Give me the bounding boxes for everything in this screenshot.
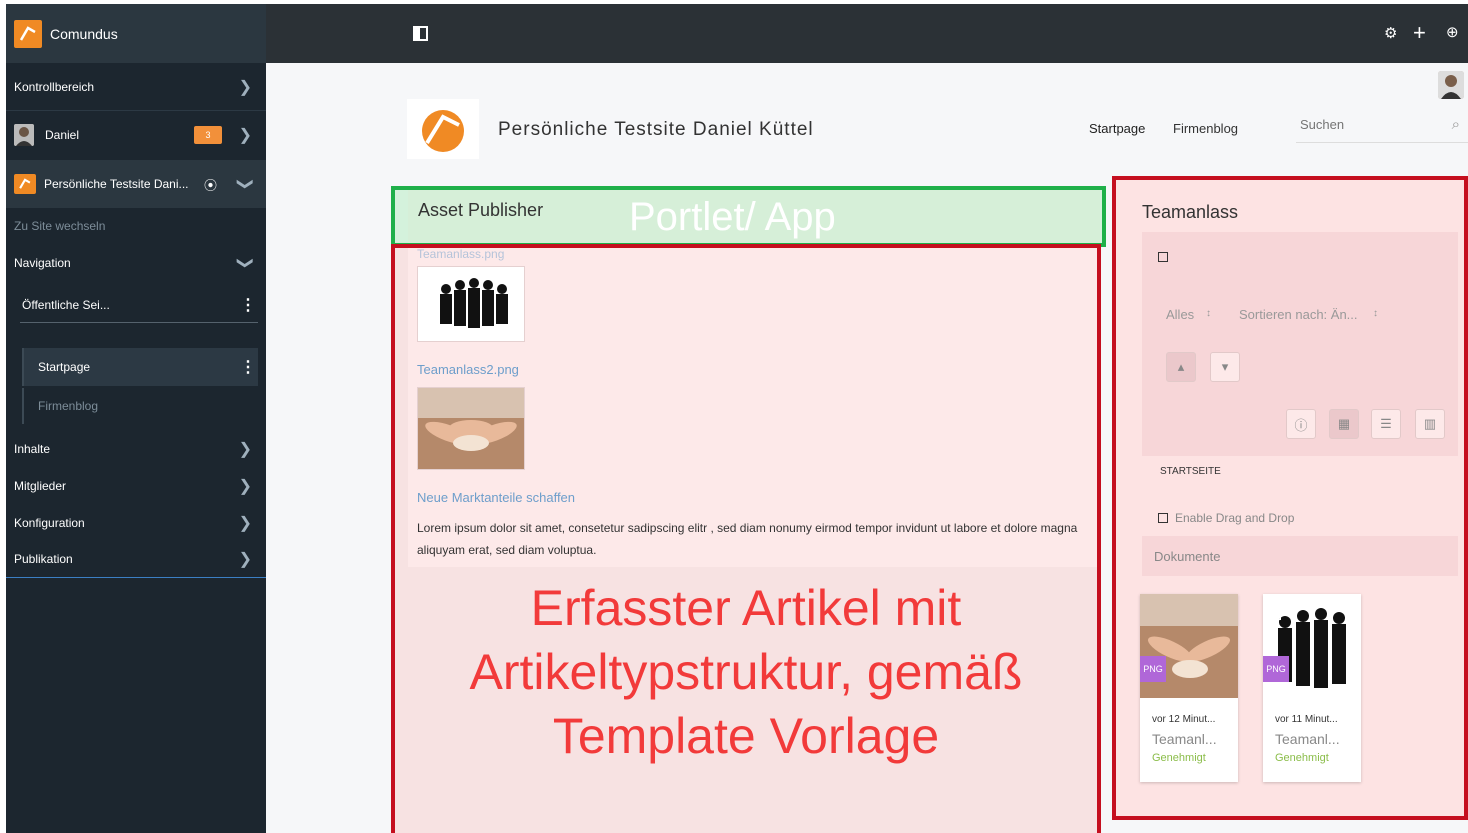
article-annotation-box: [391, 244, 1101, 833]
search-field[interactable]: ⌕: [1296, 115, 1468, 143]
kebab-menu-icon[interactable]: ⋮: [240, 295, 256, 315]
sort-asc-button[interactable]: ▴: [1166, 352, 1196, 382]
select-all-checkbox[interactable]: [1158, 252, 1168, 262]
documents-portlet: Teamanlass Alles ↕ Sortieren nach: Än...…: [1112, 176, 1468, 820]
page-item-firmenblog[interactable]: Firmenblog: [22, 388, 258, 424]
sidebar-item-label: Persönliche Testsite Dani...: [44, 177, 189, 191]
document-card[interactable]: PNG vor 11 Minut... Teamanl... Genehmigt: [1263, 594, 1361, 782]
top-bar: ⚙ + ⊕: [266, 4, 1468, 63]
sidebar-item-kontrollbereich[interactable]: Kontrollbereich ❯: [6, 72, 266, 102]
user-avatar[interactable]: [1438, 71, 1464, 99]
file-type-badge: PNG: [1263, 656, 1289, 682]
app-frame: Comundus Kontrollbereich ❯ Daniel 3 ❯ Pe…: [6, 4, 1468, 833]
drag-drop-label: Enable Drag and Drop: [1175, 511, 1295, 525]
sidebar-item-label: Daniel: [45, 128, 80, 142]
user-avatar: [14, 124, 34, 146]
grid-icon: ▦: [1337, 416, 1351, 431]
comundus-logo-icon: [14, 19, 42, 48]
page-item-label: Startpage: [38, 360, 91, 374]
sidebar-item-publikation[interactable]: Publikation ❯: [6, 548, 266, 570]
info-icon: ⓘ: [1294, 417, 1308, 433]
public-pages-label: Öffentliche Sei...: [22, 298, 110, 312]
divider: [6, 110, 266, 111]
compass-icon[interactable]: ⦿: [204, 175, 217, 194]
card-name[interactable]: Teamanl...: [1152, 731, 1217, 747]
table-icon: ▥: [1423, 416, 1437, 431]
site-title: Persönliche Testsite Daniel Küttel: [498, 119, 814, 140]
drag-drop-checkbox[interactable]: [1158, 513, 1168, 523]
list-view-button[interactable]: ☰: [1371, 409, 1401, 439]
card-status: Genehmigt: [1275, 752, 1329, 764]
sidebar-item-label: Publikation: [14, 552, 73, 566]
card-time: vor 11 Minut...: [1275, 714, 1338, 725]
breadcrumb[interactable]: STARTSEITE: [1160, 466, 1221, 477]
card-preview: [1140, 594, 1238, 698]
cards-view-button[interactable]: ▦: [1329, 409, 1359, 439]
sidebar-item-label: Navigation: [14, 256, 71, 270]
info-button[interactable]: ⓘ: [1286, 409, 1316, 439]
sidebar-item-label: Konfiguration: [14, 516, 85, 530]
target-icon[interactable]: ⊕: [1446, 23, 1459, 41]
chevron-right-icon: ❯: [238, 551, 252, 568]
section-title: Dokumente: [1154, 549, 1221, 564]
search-icon[interactable]: ⌕: [1452, 116, 1460, 133]
sort-arrows-icon: ↕: [1373, 308, 1378, 319]
nav-startpage[interactable]: Startpage: [1089, 121, 1145, 136]
caret-up-icon: ▴: [1177, 359, 1185, 374]
section-header: Dokumente: [1142, 536, 1458, 576]
notification-badge: 3: [194, 126, 222, 144]
switch-site-link[interactable]: Zu Site wechseln: [6, 216, 266, 236]
brand-name: Comundus: [50, 25, 118, 42]
chevron-right-icon: ❯: [238, 478, 252, 495]
page-item-startpage[interactable]: Startpage ⋮: [22, 348, 258, 386]
card-name[interactable]: Teamanl...: [1275, 731, 1340, 747]
sidebar-item-inhalte[interactable]: Inhalte ❯: [6, 438, 266, 460]
portlet-title: Teamanlass: [1142, 202, 1239, 222]
public-pages-selector[interactable]: Öffentliche Sei... ⋮: [6, 294, 266, 316]
chevron-right-icon: ❯: [238, 515, 252, 532]
sidebar-item-konfiguration[interactable]: Konfiguration ❯: [6, 512, 266, 534]
chevron-right-icon: ❯: [238, 79, 252, 96]
portlet-title: Asset Publisher: [418, 200, 544, 220]
page-item-label: Firmenblog: [38, 399, 99, 413]
document-card[interactable]: PNG vor 12 Minut... Teamanl... Genehmigt: [1140, 594, 1238, 782]
filter-dropdown[interactable]: Alles: [1166, 307, 1194, 322]
site-logo-icon: [14, 174, 36, 194]
search-input[interactable]: [1300, 117, 1440, 132]
sidebar-item-user[interactable]: Daniel 3 ❯: [6, 120, 266, 150]
sidebar-item-mitglieder[interactable]: Mitglieder ❯: [6, 475, 266, 497]
add-icon[interactable]: +: [1413, 20, 1426, 46]
card-time: vor 12 Minut...: [1152, 714, 1216, 725]
sidebar-item-label: Inhalte: [14, 442, 51, 456]
card-checkbox[interactable]: [1271, 610, 1281, 620]
divider: [6, 577, 266, 578]
product-menu: Comundus Kontrollbereich ❯ Daniel 3 ❯ Pe…: [6, 4, 266, 833]
chevron-right-icon: ❯: [238, 441, 252, 458]
sort-desc-button[interactable]: ▾: [1210, 352, 1240, 382]
chevron-right-icon: ❯: [238, 127, 252, 144]
nav-firmenblog[interactable]: Firmenblog: [1173, 121, 1238, 136]
table-view-button[interactable]: ▥: [1415, 409, 1445, 439]
sidebar-brand[interactable]: Comundus: [6, 4, 266, 63]
sidebar-item-navigation[interactable]: Navigation ❯: [6, 252, 266, 274]
card-status: Genehmigt: [1152, 752, 1206, 764]
file-type-badge: PNG: [1140, 656, 1166, 682]
divider: [20, 322, 258, 323]
portlet-annotation-box: Asset Publisher Portlet/ App: [391, 186, 1106, 247]
sort-arrows-icon: ↕: [1206, 308, 1211, 319]
list-icon: ☰: [1380, 416, 1392, 431]
kebab-menu-icon[interactable]: ⋮: [240, 357, 256, 377]
toggle-sidebar-icon[interactable]: [413, 26, 428, 41]
sort-dropdown[interactable]: Sortieren nach: Än...: [1239, 307, 1358, 322]
chevron-down-icon[interactable]: ❯: [235, 177, 255, 190]
portlet-annotation-label: Portlet/ App: [629, 195, 836, 239]
site-logo[interactable]: [407, 99, 479, 159]
caret-down-icon: ▾: [1221, 359, 1229, 374]
toolbar-panel: Alles ↕ Sortieren nach: Än... ↕ ▴ ▾ ⓘ ▦ …: [1142, 232, 1458, 456]
sidebar-item-site[interactable]: Persönliche Testsite Dani... ⦿ ❯: [6, 160, 266, 208]
sidebar-item-label: Kontrollbereich: [14, 80, 95, 94]
chevron-down-icon: ❯: [236, 256, 254, 270]
settings-icon[interactable]: ⚙: [1384, 24, 1397, 42]
sidebar-item-label: Mitglieder: [14, 479, 67, 493]
